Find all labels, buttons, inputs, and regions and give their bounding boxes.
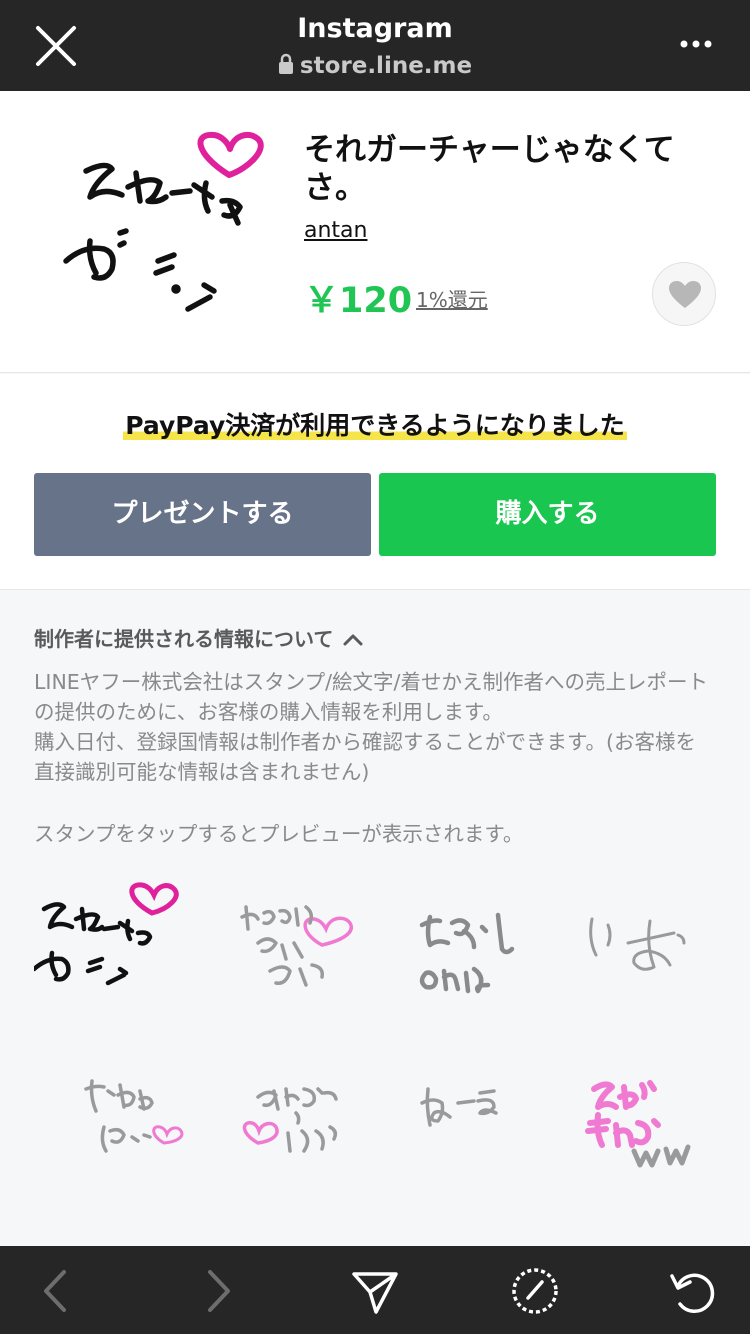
sticker-title: それガーチャーじゃなくてさ。 xyxy=(304,132,675,206)
reload-icon[interactable] xyxy=(666,1264,720,1318)
share-icon[interactable] xyxy=(348,1264,402,1318)
heart-icon xyxy=(669,281,701,308)
sticker-item[interactable] xyxy=(206,873,366,1023)
more-options-icon[interactable] xyxy=(672,30,720,58)
tap-preview-hint: スタンプをタップするとプレビューが表示されます。 xyxy=(34,822,524,846)
creator-info-heading: 制作者に提供される情報について xyxy=(34,627,334,651)
buy-button[interactable]: 購入する xyxy=(379,473,716,556)
browser-bottom-bar xyxy=(0,1246,750,1334)
favorite-button[interactable] xyxy=(652,262,716,326)
forward-icon[interactable] xyxy=(190,1264,244,1318)
url-text: store.line.me xyxy=(299,53,473,79)
sticker-item[interactable] xyxy=(378,1041,538,1191)
creator-info-description: LINEヤフー株式会社はスタンプ/絵文字/着せかえ制作者への売上レポートの提供の… xyxy=(34,667,714,787)
main-sticker-image xyxy=(63,131,264,312)
paypay-notice: PayPay決済が利用できるようになりました xyxy=(0,406,750,442)
lock-icon xyxy=(278,53,293,74)
url-display[interactable]: store.line.me xyxy=(0,53,750,79)
back-icon[interactable] xyxy=(30,1264,84,1318)
browser-title: Instagram xyxy=(297,13,453,44)
sticker-item[interactable] xyxy=(378,873,538,1023)
creator-info-toggle[interactable]: 制作者に提供される情報について xyxy=(34,623,363,652)
sticker-item[interactable] xyxy=(34,873,194,1023)
product-header: それガーチャーじゃなくてさ。 antan ￥120 1%還元 xyxy=(0,91,750,373)
creator-info-section: 制作者に提供される情報について LINEヤフー株式会社はスタンプ/絵文字/着せか… xyxy=(0,591,750,1246)
price: ￥120 xyxy=(304,281,413,321)
chevron-up-icon xyxy=(343,634,363,646)
description-paragraph-1: LINEヤフー株式会社はスタンプ/絵文字/着せかえ制作者への売上レポートの提供の… xyxy=(34,670,708,724)
sticker-item[interactable] xyxy=(206,1041,366,1191)
sticker-item[interactable] xyxy=(34,1041,194,1191)
reward-link[interactable]: 1%還元 xyxy=(416,284,488,313)
purchase-section: PayPay決済が利用できるようになりました プレゼントする 購入する xyxy=(0,374,750,590)
browser-top-bar: Instagram store.line.me xyxy=(0,0,750,91)
description-paragraph-2: 購入日付、登録国情報は制作者から確認することができます。(お客様を直接識別可能な… xyxy=(34,730,696,784)
sticker-item[interactable] xyxy=(550,1041,710,1191)
present-button[interactable]: プレゼントする xyxy=(34,473,371,556)
author-link[interactable]: antan xyxy=(304,218,367,243)
paypay-notice-text: PayPay決済が利用できるようになりました xyxy=(123,411,627,440)
sticker-item[interactable] xyxy=(550,873,710,1023)
compass-icon[interactable] xyxy=(508,1264,562,1318)
